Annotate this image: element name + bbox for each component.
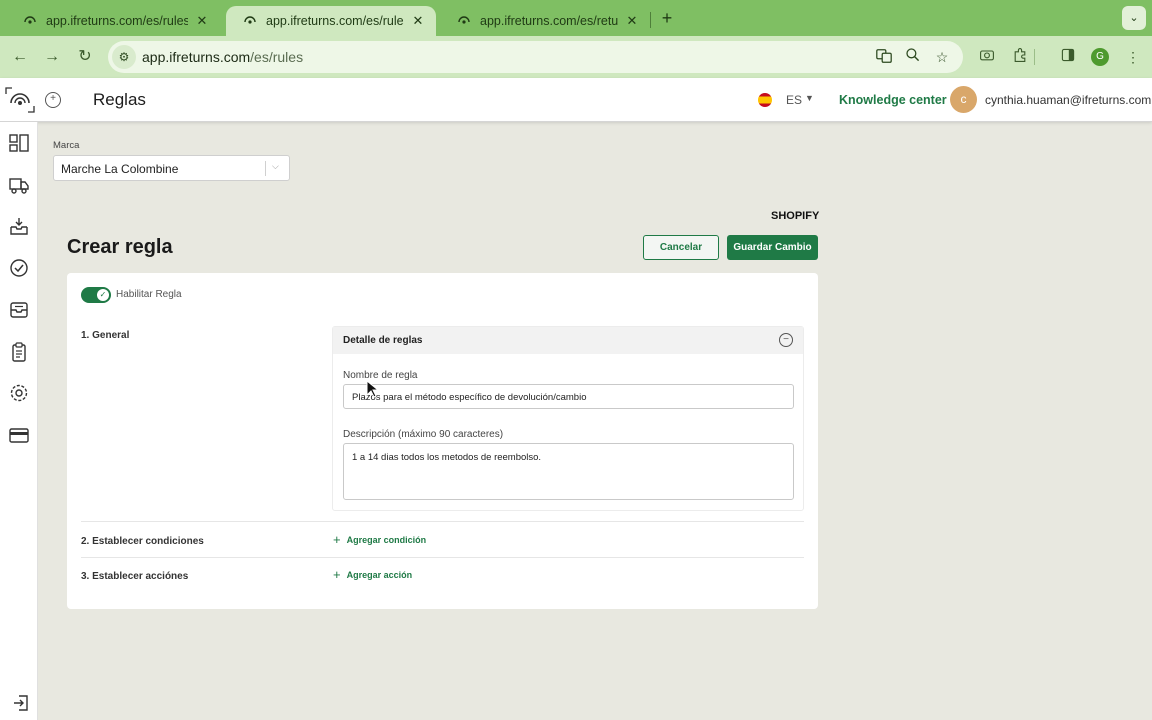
tab-close-icon[interactable]: ✕ bbox=[194, 13, 210, 29]
ifreturns-logo-icon[interactable] bbox=[4, 86, 36, 114]
new-tab-button[interactable]: + bbox=[658, 8, 676, 28]
reload-icon[interactable]: ↻ bbox=[73, 45, 97, 69]
bookmark-star-icon[interactable]: ☆ bbox=[932, 47, 952, 67]
rule-description-textarea[interactable]: 1 a 14 dias todos los metodos de reembol… bbox=[343, 443, 794, 500]
select-divider bbox=[265, 161, 266, 176]
tab-title: app.ifreturns.com/es/rules bbox=[46, 14, 188, 28]
check-icon: ✓ bbox=[97, 289, 109, 301]
browser-tab-1[interactable]: app.ifreturns.com/es/rules ✕ bbox=[6, 6, 220, 36]
section-general-title: 1. General bbox=[81, 330, 130, 341]
profile-avatar[interactable]: G bbox=[1091, 48, 1109, 66]
inbox-download-icon[interactable] bbox=[8, 215, 30, 237]
back-arrow-icon[interactable]: ← bbox=[8, 45, 32, 69]
rule-description-label: Descripción (máximo 90 caracteres) bbox=[343, 429, 504, 440]
save-changes-button[interactable]: Guardar Cambio bbox=[727, 235, 818, 260]
site-settings-icon[interactable]: ⚙ bbox=[112, 45, 136, 69]
user-email[interactable]: cynthia.huaman@ifreturns.com bbox=[985, 93, 1151, 107]
knowledge-center-link[interactable]: Knowledge center bbox=[839, 93, 947, 107]
mouse-cursor-icon bbox=[366, 379, 380, 398]
section-divider bbox=[81, 521, 804, 522]
rule-detail-header[interactable]: Detalle de reglas − bbox=[333, 327, 803, 354]
add-condition-button[interactable]: + Agregar condición bbox=[333, 532, 426, 547]
enable-rule-label: Habilitar Regla bbox=[116, 289, 182, 300]
brand-select-value: Marche La Colombine bbox=[61, 162, 179, 176]
gear-icon[interactable] bbox=[8, 382, 30, 404]
check-circle-icon[interactable] bbox=[8, 257, 30, 279]
app-header: + Reglas ES ▼ Knowledge center c cynthia… bbox=[0, 78, 1152, 122]
brand-label: Marca bbox=[53, 140, 80, 151]
rule-detail-title: Detalle de reglas bbox=[343, 335, 423, 346]
rule-name-value: Plazos para el método específico de devo… bbox=[352, 392, 587, 403]
url-host: app.ifreturns.com bbox=[142, 49, 251, 65]
site-favicon-icon bbox=[22, 13, 38, 29]
browser-menu-icon[interactable]: ⋮ bbox=[1123, 47, 1143, 67]
chevron-down-icon[interactable]: ▼ bbox=[805, 93, 814, 103]
add-action-label: Agregar acción bbox=[346, 570, 413, 580]
site-favicon-icon bbox=[242, 13, 258, 29]
tab-close-icon[interactable]: ✕ bbox=[624, 13, 640, 29]
main-content: Marca Marche La Colombine ⌵ SHOPIFY Crea… bbox=[38, 122, 1152, 720]
browser-toolbar: ← → ↻ ⚙ app.ifreturns.com/es/rules ☆ G ⋮ bbox=[0, 36, 1152, 78]
add-action-button[interactable]: + Agregar acción bbox=[333, 567, 412, 582]
rule-form-card: ✓ Habilitar Regla 1. General Detalle de … bbox=[67, 273, 818, 609]
archive-icon[interactable] bbox=[8, 299, 30, 321]
tab-search-chevron-icon[interactable]: ⌄ bbox=[1122, 6, 1146, 30]
tab-title: app.ifreturns.com/es/rules bbox=[266, 14, 404, 28]
spain-flag-icon[interactable] bbox=[758, 93, 772, 107]
section-conditions-title: 2. Establecer condiciones bbox=[81, 536, 204, 547]
plus-icon: + bbox=[333, 567, 341, 582]
rule-description-value: 1 a 14 dias todos los metodos de reembol… bbox=[352, 452, 542, 463]
language-selector[interactable]: ES bbox=[786, 93, 802, 107]
zoom-icon[interactable] bbox=[903, 47, 923, 67]
tab-separator bbox=[650, 12, 651, 28]
credit-card-icon[interactable] bbox=[8, 424, 30, 446]
section-actions-title: 3. Establecer acciónes bbox=[81, 571, 189, 582]
tab-close-icon[interactable]: ✕ bbox=[410, 13, 426, 29]
brand-select[interactable]: Marche La Colombine ⌵ bbox=[53, 155, 290, 181]
rule-name-input[interactable]: Plazos para el método específico de devo… bbox=[343, 384, 794, 409]
chevron-down-icon[interactable]: ⌵ bbox=[272, 161, 279, 172]
section-divider bbox=[81, 557, 804, 558]
browser-tab-2-active[interactable]: app.ifreturns.com/es/rules ✕ bbox=[226, 6, 436, 36]
url-path: /es/rules bbox=[250, 49, 304, 65]
page-heading: Crear regla bbox=[67, 236, 173, 258]
logout-icon[interactable] bbox=[12, 694, 30, 712]
plus-icon: + bbox=[333, 532, 341, 547]
clipboard-icon[interactable] bbox=[8, 341, 30, 363]
tab-title: app.ifreturns.com/es/return-p bbox=[480, 14, 618, 28]
site-favicon-icon bbox=[456, 13, 472, 29]
page-title: Reglas bbox=[93, 90, 146, 109]
toolbar-divider bbox=[1034, 49, 1035, 65]
rule-name-label: Nombre de regla bbox=[343, 370, 418, 381]
browser-tab-3[interactable]: app.ifreturns.com/es/return-p ✕ bbox=[440, 6, 650, 36]
enable-rule-toggle[interactable]: ✓ bbox=[81, 287, 111, 303]
extensions-puzzle-icon[interactable] bbox=[1010, 47, 1030, 67]
collapse-minus-icon[interactable]: − bbox=[779, 333, 793, 347]
dashboard-icon[interactable] bbox=[8, 132, 30, 154]
truck-icon[interactable] bbox=[8, 174, 30, 196]
screenshot-camera-icon[interactable] bbox=[977, 47, 997, 67]
cancel-button[interactable]: Cancelar bbox=[643, 235, 719, 260]
rule-detail-panel: Detalle de reglas − Nombre de regla Plaz… bbox=[332, 326, 804, 511]
add-circle-icon[interactable]: + bbox=[45, 92, 61, 108]
platform-label: SHOPIFY bbox=[771, 210, 820, 222]
forward-arrow-icon[interactable]: → bbox=[40, 45, 64, 69]
add-condition-label: Agregar condición bbox=[346, 535, 427, 545]
browser-tab-bar: app.ifreturns.com/es/rules ✕ app.ifretur… bbox=[0, 0, 1152, 36]
side-panel-icon[interactable] bbox=[1058, 47, 1078, 67]
sidebar bbox=[0, 122, 38, 720]
translate-icon[interactable] bbox=[874, 47, 894, 67]
address-url[interactable]: app.ifreturns.com/es/rules bbox=[142, 49, 303, 65]
address-bar[interactable]: ⚙ app.ifreturns.com/es/rules ☆ bbox=[108, 41, 963, 73]
user-avatar[interactable]: c bbox=[950, 86, 977, 113]
